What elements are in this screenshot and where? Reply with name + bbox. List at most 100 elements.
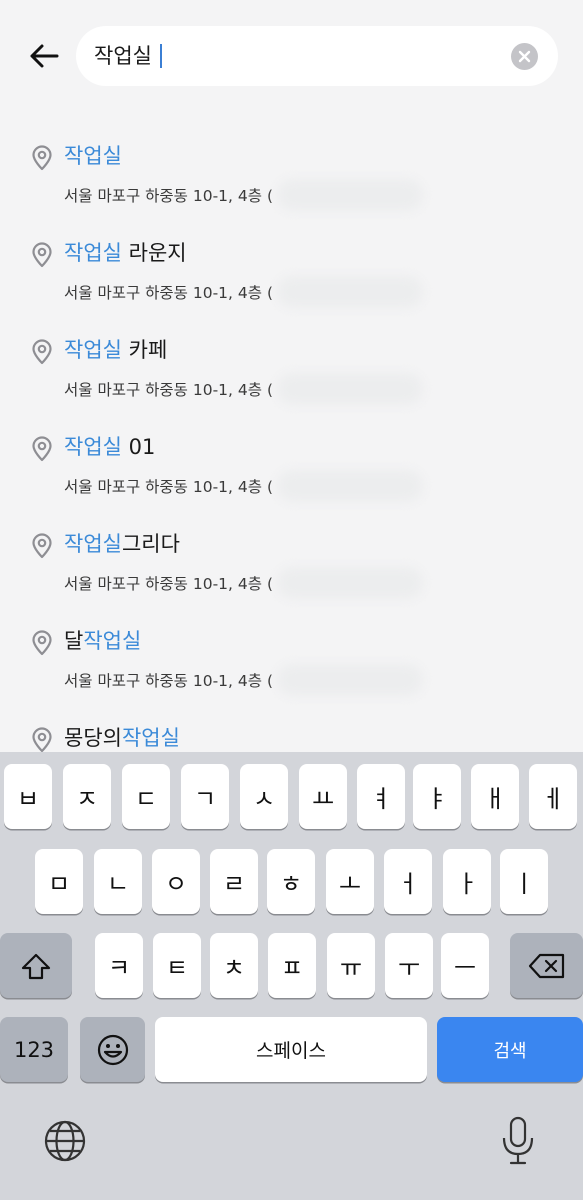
search-result-item[interactable]: 달작업실서울 마포구 하중동 10-1, 4층 ( bbox=[0, 615, 583, 712]
key-ㅡ[interactable]: ㅡ bbox=[441, 933, 489, 998]
search-query: 작업실 bbox=[94, 43, 162, 69]
result-title: 달작업실 bbox=[64, 627, 141, 655]
clear-button[interactable] bbox=[511, 43, 538, 70]
key-label: ㅗ bbox=[338, 870, 362, 898]
result-address: 서울 마포구 하중동 10-1, 4층 ( bbox=[64, 381, 273, 399]
search-result-item[interactable]: 작업실서울 마포구 하중동 10-1, 4층 ( bbox=[0, 130, 583, 227]
result-title-match: 작업실 bbox=[64, 144, 122, 168]
key-ㅍ[interactable]: ㅍ bbox=[268, 933, 316, 998]
microphone-button[interactable] bbox=[495, 1114, 541, 1168]
numbers-key[interactable]: 123 bbox=[0, 1017, 68, 1082]
search-input[interactable]: 작업실 bbox=[76, 26, 558, 86]
key-label: ㅣ bbox=[512, 870, 536, 898]
result-title-match: 작업실 bbox=[83, 629, 142, 653]
key-label: ㅜ bbox=[397, 954, 421, 982]
key-label: 스페이스 bbox=[256, 1040, 326, 1062]
result-address: 서울 마포구 하중동 10-1, 4층 ( bbox=[64, 672, 273, 690]
key-label: ㄷ bbox=[134, 785, 158, 813]
key-ㅂ[interactable]: ㅂ bbox=[4, 764, 52, 829]
key-ㅛ[interactable]: ㅛ bbox=[299, 764, 347, 829]
redacted-address-blur bbox=[277, 373, 423, 405]
key-ㅜ[interactable]: ㅜ bbox=[385, 933, 433, 998]
key-label: ㅔ bbox=[541, 785, 565, 813]
result-address: 서울 마포구 하중동 10-1, 4층 ( bbox=[64, 284, 273, 302]
key-label: ㅇ bbox=[164, 870, 188, 898]
key-label: ㅁ bbox=[47, 870, 71, 898]
result-title: 작업실 bbox=[64, 142, 122, 170]
shift-icon bbox=[21, 953, 51, 979]
key-ㄴ[interactable]: ㄴ bbox=[94, 849, 142, 914]
result-title-match: 작업실 bbox=[121, 726, 180, 750]
key-label: ㅛ bbox=[311, 785, 335, 813]
globe-icon bbox=[44, 1120, 86, 1162]
key-ㅈ[interactable]: ㅈ bbox=[63, 764, 111, 829]
key-label: ㅂ bbox=[16, 785, 40, 813]
redacted-address-blur bbox=[277, 567, 423, 599]
key-ㅅ[interactable]: ㅅ bbox=[240, 764, 288, 829]
result-title-match: 작업실 bbox=[64, 435, 122, 459]
search-screen: 작업실 작업실 서울 마포구 하중동 10-1, 4층 (작업실 라운지 서울 마포… bbox=[0, 0, 583, 1200]
key-ㅕ[interactable]: ㅕ bbox=[357, 764, 405, 829]
location-pin-icon bbox=[32, 727, 52, 753]
key-ㅁ[interactable]: ㅁ bbox=[35, 849, 83, 914]
globe-button[interactable] bbox=[40, 1116, 90, 1166]
redacted-address-blur bbox=[277, 470, 423, 502]
key-label: ㅍ bbox=[280, 954, 304, 982]
key-label: ㅎ bbox=[279, 870, 303, 898]
key-ㅔ[interactable]: ㅔ bbox=[529, 764, 577, 829]
backspace-icon bbox=[528, 953, 564, 978]
key-ㅑ[interactable]: ㅑ bbox=[413, 764, 461, 829]
key-label: ㅐ bbox=[483, 785, 507, 813]
key-ㅣ[interactable]: ㅣ bbox=[500, 849, 548, 914]
key-ㄹ[interactable]: ㄹ bbox=[210, 849, 258, 914]
result-title-suffix: 라운지 bbox=[121, 241, 187, 265]
result-title-suffix: 01 bbox=[121, 435, 156, 459]
key-ㅇ[interactable]: ㅇ bbox=[152, 849, 200, 914]
key-ㅓ[interactable]: ㅓ bbox=[384, 849, 432, 914]
key-ㅎ[interactable]: ㅎ bbox=[267, 849, 315, 914]
key-label: ㅕ bbox=[369, 785, 393, 813]
search-result-item[interactable]: 작업실 카페서울 마포구 하중동 10-1, 4층 ( bbox=[0, 324, 583, 421]
key-ㄷ[interactable]: ㄷ bbox=[122, 764, 170, 829]
result-address: 서울 마포구 하중동 10-1, 4층 ( bbox=[64, 187, 273, 205]
result-title: 작업실 01 bbox=[64, 433, 155, 461]
key-ㅐ[interactable]: ㅐ bbox=[471, 764, 519, 829]
search-result-item[interactable]: 작업실 라운지서울 마포구 하중동 10-1, 4층 ( bbox=[0, 227, 583, 324]
key-label: ㅈ bbox=[75, 785, 99, 813]
key-ㅌ[interactable]: ㅌ bbox=[153, 933, 201, 998]
shift-key[interactable] bbox=[0, 933, 72, 998]
result-title-match: 작업실 bbox=[64, 241, 122, 265]
key-label: ㅋ bbox=[107, 954, 131, 982]
key-ㅋ[interactable]: ㅋ bbox=[95, 933, 143, 998]
key-label: 검색 bbox=[493, 1040, 527, 1062]
location-pin-icon bbox=[32, 339, 52, 365]
key-label: ㅑ bbox=[425, 785, 449, 813]
key-label: 123 bbox=[13, 1037, 55, 1062]
key-ㅏ[interactable]: ㅏ bbox=[443, 849, 491, 914]
space-key[interactable]: 스페이스 bbox=[155, 1017, 427, 1082]
clear-circle-icon bbox=[518, 50, 531, 63]
key-label: ㅅ bbox=[252, 785, 276, 813]
result-title: 작업실 카페 bbox=[64, 336, 167, 364]
key-label: ㄴ bbox=[106, 870, 130, 898]
redacted-address-blur bbox=[277, 179, 423, 211]
key-ㅊ[interactable]: ㅊ bbox=[210, 933, 258, 998]
result-address: 서울 마포구 하중동 10-1, 4층 ( bbox=[64, 575, 273, 593]
key-ㄱ[interactable]: ㄱ bbox=[181, 764, 229, 829]
key-ㅠ[interactable]: ㅠ bbox=[327, 933, 375, 998]
location-pin-icon bbox=[32, 242, 52, 268]
search-key[interactable]: 검색 bbox=[437, 1017, 583, 1082]
key-label: ㄱ bbox=[193, 785, 217, 813]
emoji-key[interactable] bbox=[80, 1017, 145, 1082]
redacted-address-blur bbox=[277, 664, 423, 696]
result-title-suffix: 그리다 bbox=[121, 532, 180, 556]
back-button[interactable] bbox=[24, 36, 64, 76]
location-pin-icon bbox=[32, 436, 52, 462]
key-label: ㄹ bbox=[222, 870, 246, 898]
arrow-left-icon bbox=[30, 44, 59, 68]
search-result-item[interactable]: 작업실 01 서울 마포구 하중동 10-1, 4층 ( bbox=[0, 421, 583, 518]
backspace-key[interactable] bbox=[510, 933, 583, 998]
result-address: 서울 마포구 하중동 10-1, 4층 ( bbox=[64, 478, 273, 496]
search-result-item[interactable]: 작업실그리다 서울 마포구 하중동 10-1, 4층 ( bbox=[0, 518, 583, 615]
key-ㅗ[interactable]: ㅗ bbox=[326, 849, 374, 914]
